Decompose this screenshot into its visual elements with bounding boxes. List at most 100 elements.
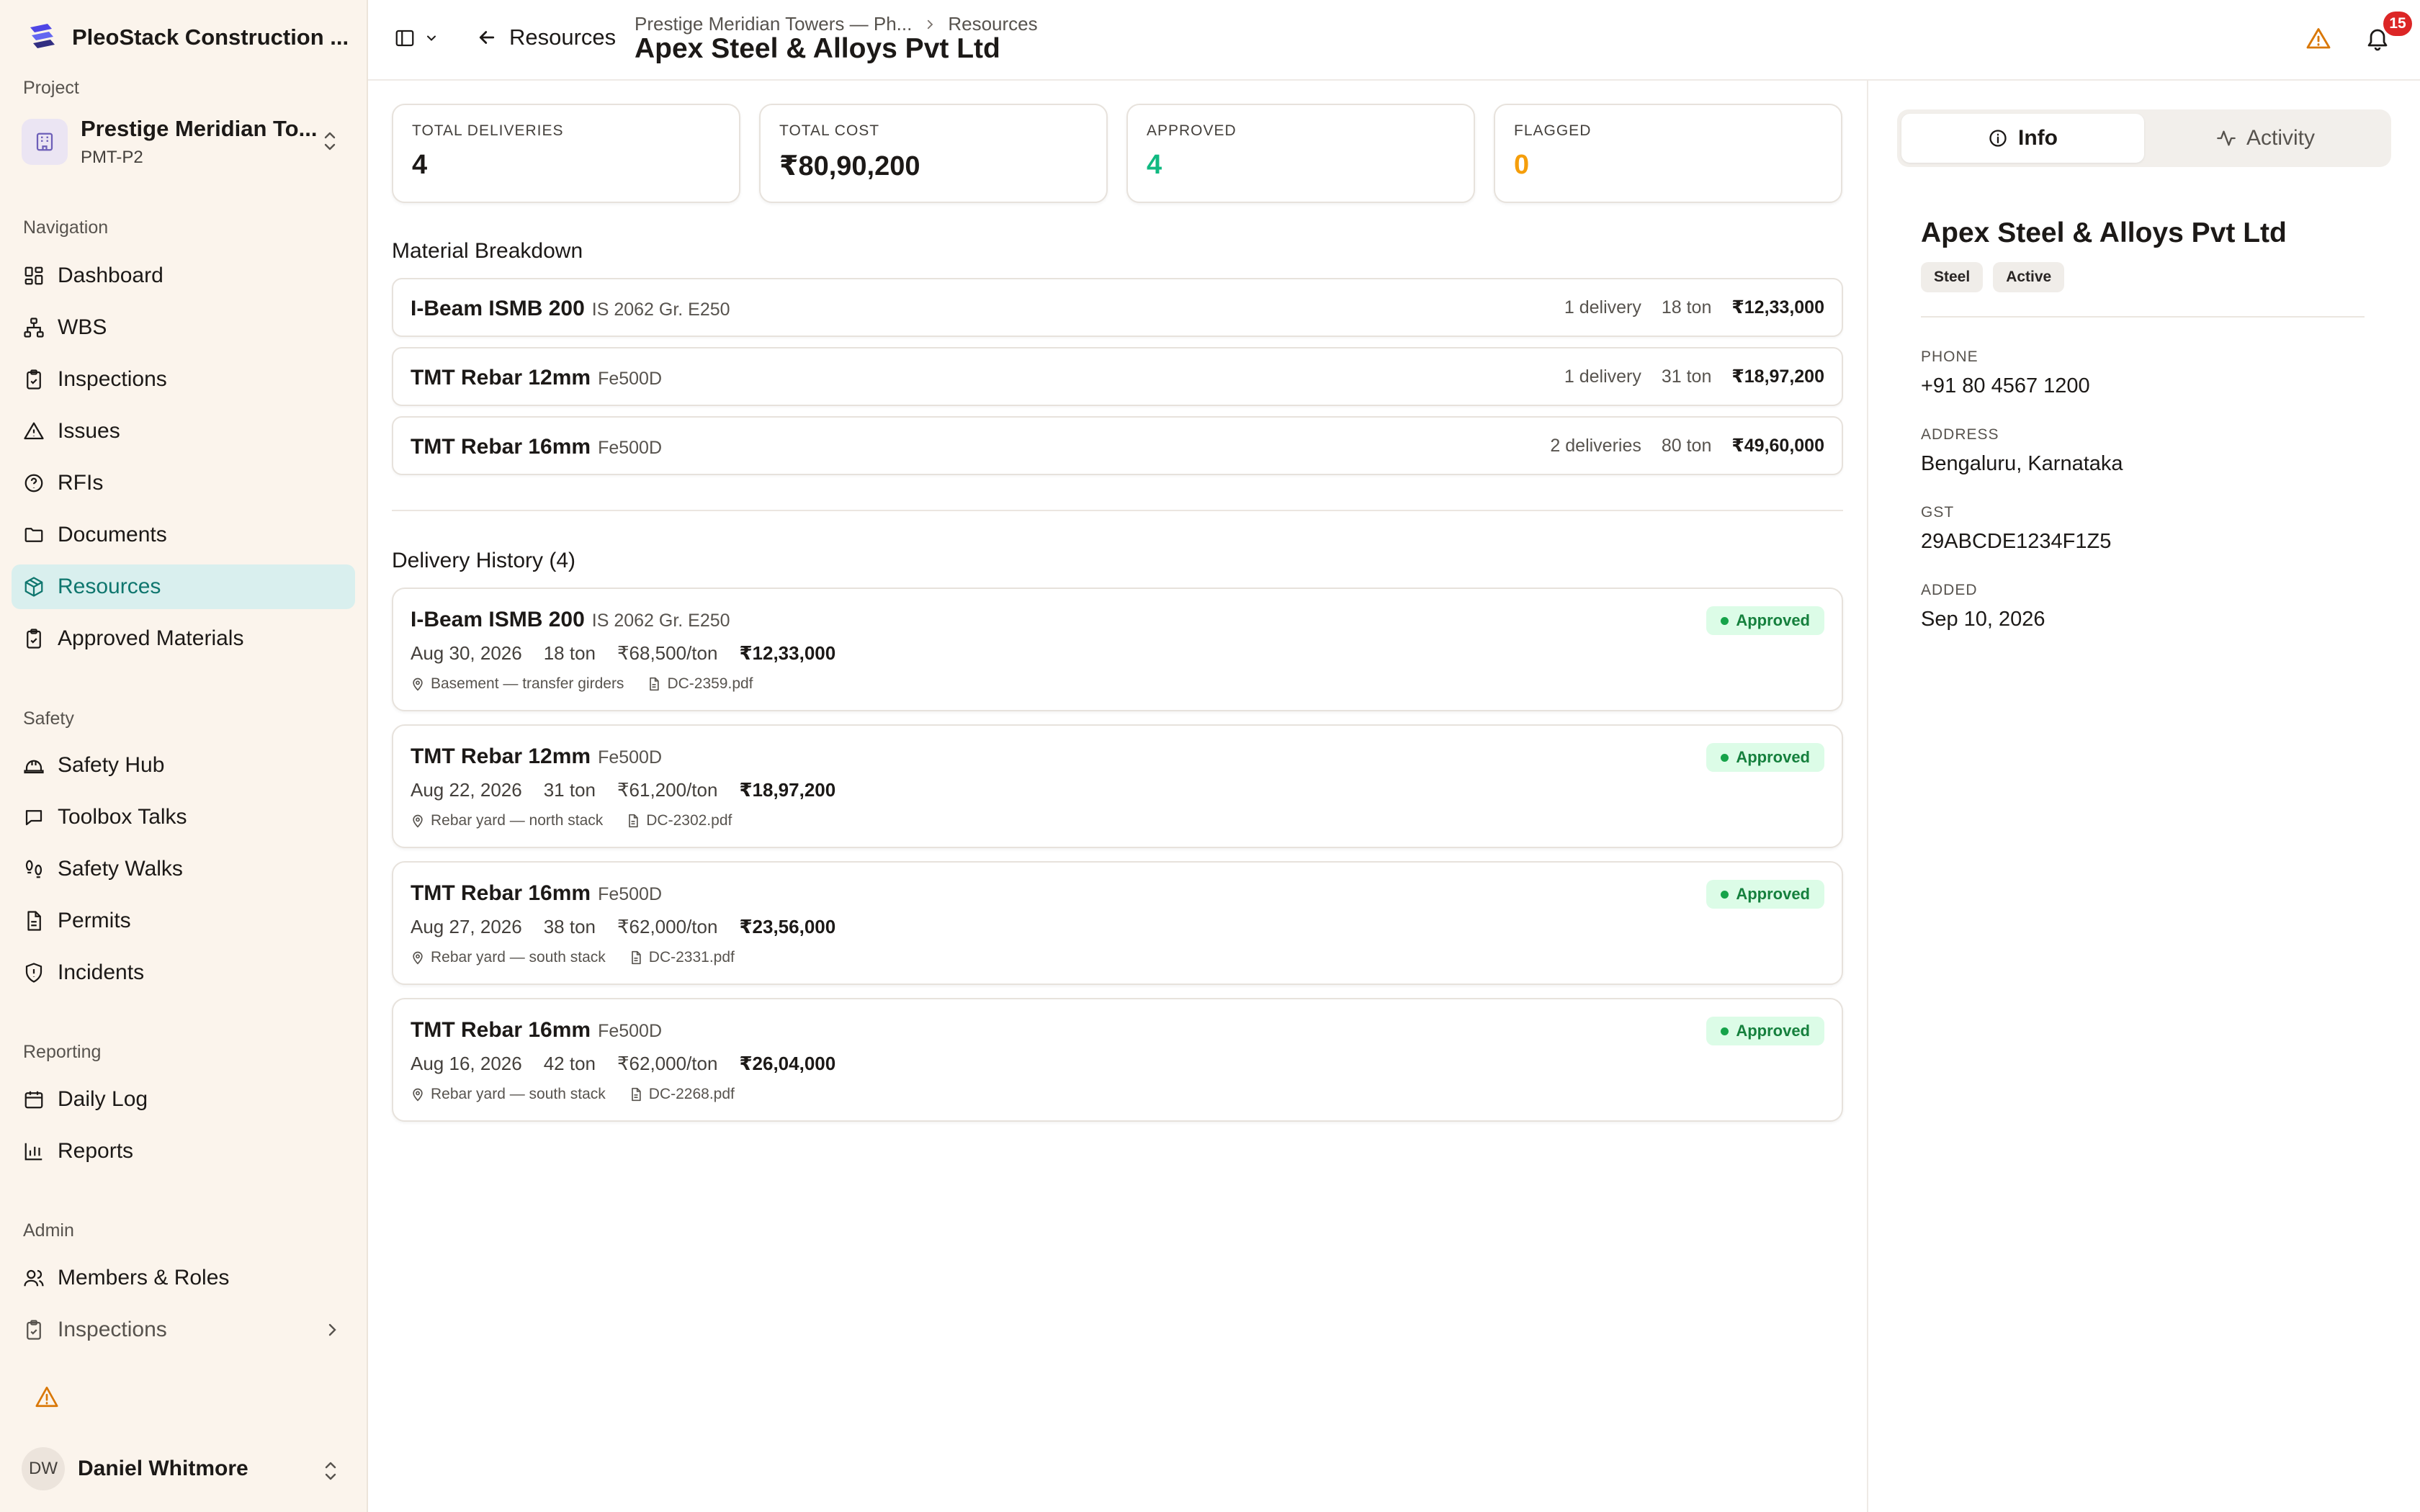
- warning-triangle-icon[interactable]: [35, 1385, 59, 1408]
- breadcrumb-item-project[interactable]: Prestige Meridian Towers — Ph...: [635, 13, 912, 35]
- project-switcher[interactable]: Prestige Meridian To... PMT-P2: [22, 113, 349, 171]
- tab-activity[interactable]: Activity: [2144, 114, 2387, 163]
- delivery-location: Rebar yard — north stack: [431, 812, 604, 829]
- sidebar-toggle-button[interactable]: [394, 27, 439, 49]
- delivery-doc-link[interactable]: DC-2268.pdf: [649, 1086, 735, 1103]
- stat-card-total-cost: TOTAL COST ₹80,90,200: [759, 104, 1108, 203]
- tab-label: Info: [2018, 126, 2058, 150]
- status-badge: Approved: [1706, 880, 1824, 909]
- delivery-history-title: Delivery History (4): [392, 549, 576, 572]
- delivery-card[interactable]: TMT Rebar 16mm Fe500D Aug 27, 2026 38 ton…: [392, 861, 1843, 985]
- sidebar-item-safety-walks[interactable]: Safety Walks: [12, 847, 355, 891]
- sidebar-item-reports[interactable]: Reports: [12, 1129, 355, 1174]
- material-row[interactable]: TMT Rebar 12mm Fe500D 1 delivery 31 ton ₹…: [392, 347, 1843, 406]
- status-label: Approved: [1736, 748, 1810, 766]
- sidebar-item-label: Inspections: [58, 367, 167, 391]
- sidebar-item-approved-materials[interactable]: Approved Materials: [12, 616, 355, 661]
- sidebar-item-label: Resources: [58, 575, 161, 598]
- stat-value: 4: [1147, 150, 1162, 180]
- chevron-updown-icon: [321, 1459, 340, 1483]
- sidebar-item-rfis[interactable]: RFIs: [12, 461, 355, 505]
- file-icon: [631, 950, 641, 965]
- clipboard-check-icon: [27, 1320, 41, 1340]
- delivery-doc-link[interactable]: DC-2331.pdf: [649, 949, 735, 966]
- delivery-location: Basement — transfer girders: [431, 675, 624, 692]
- delivery-doc-link[interactable]: DC-2302.pdf: [646, 812, 732, 829]
- sidebar-item-incidents[interactable]: Incidents: [12, 950, 355, 995]
- material-name: TMT Rebar 12mm: [411, 366, 591, 390]
- status-badge: Approved: [1706, 606, 1824, 635]
- added-value: Sep 10, 2026: [1921, 608, 2045, 631]
- material-spec: Fe500D: [598, 438, 663, 458]
- breadcrumb-item-resources[interactable]: Resources: [948, 13, 1037, 35]
- sidebar-item-documents[interactable]: Documents: [12, 513, 355, 557]
- delivery-location: Rebar yard — south stack: [431, 1086, 606, 1102]
- gst-value: 29ABCDE1234F1Z5: [1921, 530, 2112, 553]
- status-dot: [1721, 753, 1729, 762]
- back-button[interactable]: Resources: [476, 24, 616, 50]
- arrow-left-icon: [479, 31, 495, 44]
- sidebar-item-wbs[interactable]: WBS: [12, 305, 355, 350]
- sidebar-item-dashboard[interactable]: Dashboard: [12, 253, 355, 298]
- stat-value: ₹80,90,200: [779, 151, 920, 181]
- delivery-card[interactable]: TMT Rebar 16mm Fe500D Aug 16, 2026 42 ton…: [392, 998, 1843, 1122]
- material-qty: 31 ton: [1661, 366, 1712, 387]
- delivery-card[interactable]: I-Beam ISMB 200 IS 2062 Gr. E250 Aug 30, …: [392, 588, 1843, 711]
- divider: [392, 510, 1843, 511]
- sidebar-item-issues[interactable]: Issues: [12, 409, 355, 454]
- map-pin-icon: [413, 814, 423, 828]
- calendar-icon: [24, 1091, 43, 1109]
- material-name: I-Beam ISMB 200: [411, 297, 585, 320]
- sidebar-item-safety-hub[interactable]: Safety Hub: [12, 743, 355, 788]
- sidebar-item-label: Members & Roles: [58, 1266, 230, 1290]
- reporting-section-label: Reporting: [23, 1042, 102, 1062]
- delivery-rate: ₹68,500/ton: [617, 642, 718, 664]
- phone-value: +91 80 4567 1200: [1921, 374, 2090, 397]
- delivery-date: Aug 30, 2026: [411, 642, 522, 664]
- sidebar-item-label: Daily Log: [58, 1087, 148, 1111]
- tab-info[interactable]: Info: [1901, 114, 2144, 163]
- delivery-spec: IS 2062 Gr. E250: [591, 611, 730, 631]
- sidebar-item-label: Issues: [58, 419, 120, 443]
- delivery-card[interactable]: TMT Rebar 12mm Fe500D Aug 22, 2026 31 ton…: [392, 724, 1843, 848]
- user-menu[interactable]: DW Daniel Whitmore: [22, 1447, 353, 1490]
- sidebar-item-inspections[interactable]: Inspections: [12, 357, 355, 402]
- details-panel: Info Activity Apex Steel & Alloys Pvt Lt…: [1867, 81, 2420, 1512]
- status-label: Approved: [1736, 611, 1810, 629]
- stat-label: TOTAL DELIVERIES: [412, 122, 564, 139]
- material-row[interactable]: TMT Rebar 16mm Fe500D 2 deliveries 80 ton…: [392, 416, 1843, 475]
- material-row[interactable]: I-Beam ISMB 200 IS 2062 Gr. E250 1 delive…: [392, 278, 1843, 337]
- vendor-tags: Steel Active: [1921, 262, 2065, 292]
- panel-tabs: Info Activity: [1897, 109, 2391, 167]
- delivery-rate: ₹62,000/ton: [617, 916, 718, 937]
- brand[interactable]: PleoStack Construction ...: [26, 22, 349, 53]
- sidebar-item-daily-log[interactable]: Daily Log: [12, 1077, 355, 1122]
- sidebar: PleoStack Construction ... Project Prest…: [0, 0, 368, 1512]
- sidebar-item-toolbox-talks[interactable]: Toolbox Talks: [12, 795, 355, 840]
- sidebar-item-members-roles[interactable]: Members & Roles: [12, 1256, 355, 1300]
- sidebar-item-admin-inspections[interactable]: Inspections: [12, 1308, 355, 1352]
- sidebar-item-resources[interactable]: Resources: [12, 564, 355, 609]
- stat-value: 4: [412, 150, 428, 180]
- shield-alert-icon: [25, 963, 42, 983]
- hierarchy-icon: [24, 318, 44, 338]
- stat-label: APPROVED: [1147, 122, 1237, 139]
- material-spec: Fe500D: [598, 369, 663, 389]
- sidebar-item-permits[interactable]: Permits: [12, 899, 355, 943]
- activity-icon: [2217, 130, 2236, 146]
- sidebar-item-label: RFIs: [58, 471, 104, 495]
- divider: [1921, 316, 2365, 318]
- building-icon: [22, 119, 68, 165]
- notification-badge: 15: [2383, 12, 2412, 36]
- status-label: Approved: [1736, 885, 1810, 903]
- material-amount: ₹12,33,000: [1731, 297, 1824, 318]
- stat-card-approved: APPROVED 4: [1126, 104, 1475, 203]
- avatar: DW: [22, 1447, 65, 1490]
- delivery-qty: 18 ton: [543, 642, 596, 664]
- material-spec: IS 2062 Gr. E250: [591, 300, 730, 320]
- map-pin-icon: [413, 678, 423, 691]
- delivery-doc-link[interactable]: DC-2359.pdf: [667, 675, 753, 693]
- sidebar-item-label: WBS: [58, 315, 107, 339]
- bar-chart-icon: [24, 1143, 42, 1161]
- warning-triangle-icon[interactable]: [2305, 26, 2331, 52]
